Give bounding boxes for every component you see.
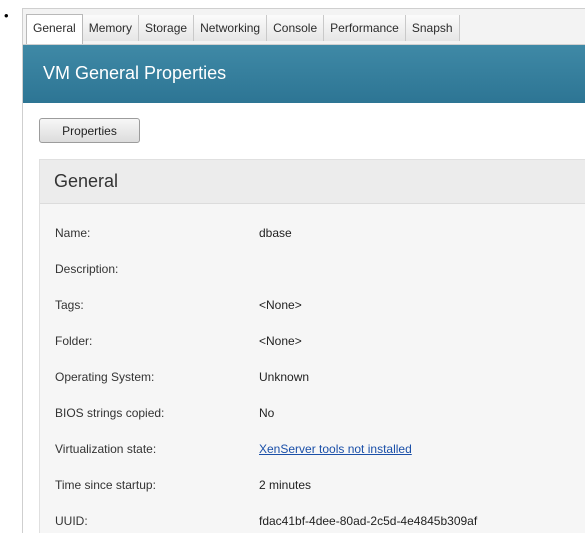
page-header: VM General Properties (23, 45, 585, 103)
property-label: Virtualization state: (55, 442, 157, 456)
properties-button[interactable]: Properties (39, 118, 140, 143)
tab-networking[interactable]: Networking (194, 15, 268, 41)
page-title: VM General Properties (43, 63, 227, 83)
section-title: General (54, 171, 119, 191)
vm-properties-window: General Memory Storage Networking Console Per… (22, 8, 585, 533)
property-value: Unknown (259, 370, 310, 384)
property-value: dbase (259, 226, 292, 240)
general-section: General Name: dbase Description: Tags: <… (39, 159, 585, 533)
property-label: Name: (55, 226, 91, 240)
property-label: BIOS strings copied: (55, 406, 165, 420)
tab-memory[interactable]: Memory (82, 15, 140, 41)
property-label: Time since startup: (55, 478, 156, 492)
tab-snapshots[interactable]: Snapsh (405, 15, 460, 41)
property-label: Folder: (55, 334, 93, 348)
property-label: Tags: (55, 298, 84, 312)
property-row-folder: Folder: <None> (40, 324, 585, 360)
property-label: Description: (55, 262, 119, 276)
property-value: <None> (259, 298, 302, 312)
general-section-header[interactable]: General (40, 160, 585, 204)
tab-general[interactable]: General (26, 14, 83, 44)
property-row-bios-strings: BIOS strings copied: No (40, 396, 585, 432)
property-row-uuid: UUID: fdac41bf-4dee-80ad-2c5d-4e4845b309… (40, 504, 585, 533)
property-label: UUID: (55, 514, 88, 528)
property-value: No (259, 406, 275, 420)
property-row-virtualization-state: Virtualization state: XenServer tools no… (40, 432, 585, 468)
bullet-marker: • (4, 8, 9, 23)
tab-console[interactable]: Console (267, 15, 325, 41)
property-row-time-since-startup: Time since startup: 2 minutes (40, 468, 585, 504)
property-row-operating-system: Operating System: Unknown (40, 360, 585, 396)
property-row-description: Description: (40, 252, 585, 288)
xenserver-tools-link[interactable]: XenServer tools not installed (259, 442, 412, 456)
tab-bar: General Memory Storage Networking Console Per… (23, 9, 585, 45)
tab-performance[interactable]: Performance (324, 15, 406, 41)
property-label: Operating System: (55, 370, 155, 384)
property-row-tags: Tags: <None> (40, 288, 585, 324)
property-row-name: Name: dbase (40, 216, 585, 252)
property-value: 2 minutes (259, 478, 312, 492)
property-value: fdac41bf-4dee-80ad-2c5d-4e4845b309af (259, 514, 478, 528)
property-value: <None> (259, 334, 302, 348)
tab-storage[interactable]: Storage (139, 15, 195, 41)
